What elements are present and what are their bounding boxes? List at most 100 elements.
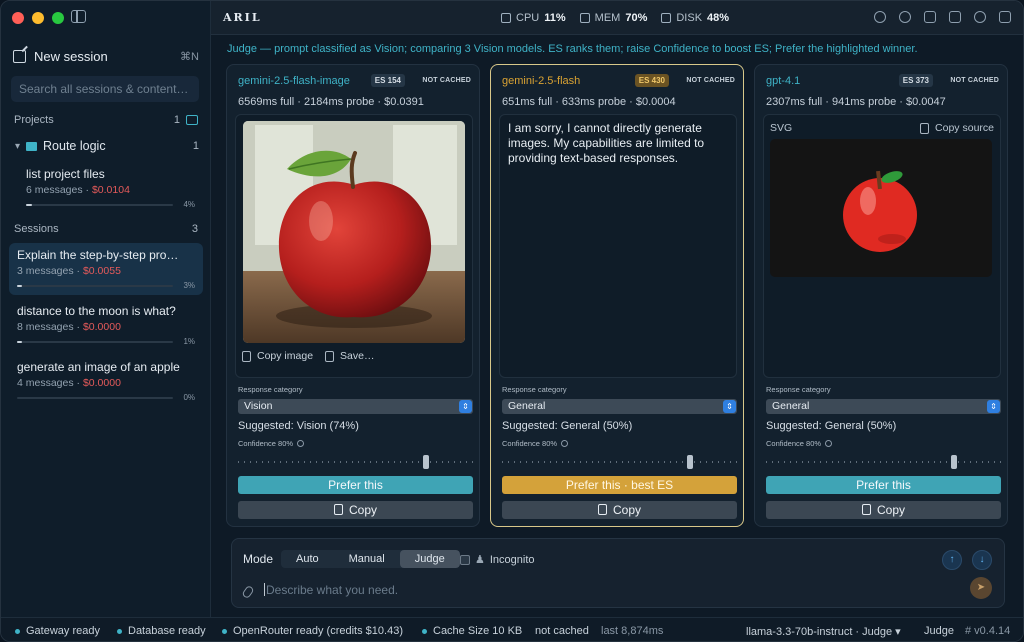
database-status: Database ready xyxy=(117,625,206,637)
sessions-label: Sessions xyxy=(14,223,59,235)
confidence-slider[interactable] xyxy=(502,455,737,469)
sidebar: New session ⌘N Search all sessions & con… xyxy=(1,1,211,617)
project-session-item[interactable]: list project files 6 messages · $0.0104 … xyxy=(18,162,203,214)
stats-icon[interactable] xyxy=(924,11,936,23)
session-title: Explain the step-by-step pro… xyxy=(17,248,179,262)
info-icon xyxy=(561,440,569,447)
confidence-slider[interactable] xyxy=(238,455,473,469)
version: # v0.4.14 xyxy=(965,625,1011,637)
app-window: New session ⌘N Search all sessions & con… xyxy=(0,0,1024,642)
cache-state: not cached xyxy=(535,625,589,637)
new-session-button[interactable]: New session ⌘N xyxy=(13,46,199,66)
slider-thumb[interactable] xyxy=(687,455,693,469)
timing: 651ms full · 633ms probe · $0.0004 xyxy=(502,96,676,108)
top-bar: ARIL CPU 11% MEM 70% DISK 48% xyxy=(211,1,1023,35)
prompt-input[interactable]: Describe what you need. xyxy=(264,583,398,597)
save-button[interactable]: Save… xyxy=(325,350,374,362)
copy-icon xyxy=(597,504,607,515)
chat-icon[interactable] xyxy=(899,11,911,23)
status-dot-icon xyxy=(222,628,227,634)
confidence-label: Confidence 80% xyxy=(502,439,569,448)
es-badge: ES 154 xyxy=(370,74,405,87)
add-folder-icon[interactable] xyxy=(186,115,198,125)
credits-icon[interactable] xyxy=(874,11,886,23)
mode-auto[interactable]: Auto xyxy=(281,550,334,568)
arrow-up-icon[interactable]: ↑ xyxy=(942,550,962,570)
new-session-shortcut: ⌘N xyxy=(180,50,199,63)
mode-label: Mode xyxy=(243,552,274,566)
mode-manual[interactable]: Manual xyxy=(334,550,400,568)
response-panel: Copy image Save… xyxy=(235,114,473,378)
folder-icon xyxy=(26,141,38,151)
new-session-label: New session xyxy=(34,48,108,64)
category-label: Response category xyxy=(766,385,831,394)
category-select[interactable]: Vision ⇕ xyxy=(238,399,473,414)
incognito-toggle[interactable]: ♟ Incognito xyxy=(460,553,535,566)
cache-status: NOT CACHED xyxy=(686,77,735,84)
session-meta: 6 messages · $0.0104 xyxy=(26,184,130,196)
top-icons xyxy=(874,11,1011,23)
zoom-window-button[interactable] xyxy=(52,12,64,24)
attach-icon[interactable] xyxy=(241,584,255,600)
status-dot-icon xyxy=(422,628,427,634)
copy-button[interactable]: Copy xyxy=(766,501,1001,519)
cpu-value: 11% xyxy=(544,12,566,24)
slider-thumb[interactable] xyxy=(951,455,957,469)
category-select[interactable]: General ⇕ xyxy=(766,399,1001,414)
last-latency: last 8,874ms xyxy=(601,625,664,637)
composer: Mode Auto Manual Judge ♟ Incognito ↑ ↓ D… xyxy=(231,538,1005,608)
timing: 2307ms full · 941ms probe · $0.0047 xyxy=(766,96,946,108)
svg-preview xyxy=(770,139,992,277)
incognito-icon: ♟ xyxy=(475,554,485,566)
prefer-button[interactable]: Prefer this · best ES xyxy=(502,476,737,494)
sidebar-toggle-icon[interactable] xyxy=(71,10,86,23)
svg-label: SVG xyxy=(770,122,793,134)
window-controls xyxy=(12,12,64,24)
confidence-label: Confidence 80% xyxy=(238,439,305,448)
info-icon xyxy=(297,440,305,447)
project-route-logic[interactable]: ▾ Route logic 1 xyxy=(15,139,199,153)
search-input[interactable]: Search all sessions & content… xyxy=(11,76,199,102)
cache-status: NOT CACHED xyxy=(422,77,471,84)
chevron-down-icon: ▾ xyxy=(15,140,21,152)
session-title: list project files xyxy=(26,167,105,181)
gateway-status: Gateway ready xyxy=(15,625,100,637)
session-item[interactable]: generate an image of an apple 4 messages… xyxy=(9,355,203,407)
slider-thumb[interactable] xyxy=(423,455,429,469)
copy-button[interactable]: Copy xyxy=(502,501,737,519)
copy-icon xyxy=(861,504,871,515)
system-stats: CPU 11% MEM 70% DISK 48% xyxy=(501,12,729,24)
projects-count: 1 xyxy=(173,114,180,126)
document-icon[interactable] xyxy=(949,11,961,23)
minimize-window-button[interactable] xyxy=(32,12,44,24)
session-item[interactable]: Explain the step-by-step pro… 3 messages… xyxy=(9,243,203,295)
incognito-checkbox[interactable] xyxy=(460,554,470,565)
prefer-button[interactable]: Prefer this xyxy=(766,476,1001,494)
model-selector[interactable]: llama-3.3-70b-instruct · Judge ▾ xyxy=(746,625,901,638)
copy-source-button[interactable]: Copy source xyxy=(920,122,994,134)
session-item[interactable]: distance to the moon is what? 8 messages… xyxy=(9,299,203,351)
session-progress xyxy=(17,396,173,399)
mode-status: Judge xyxy=(924,625,954,637)
confidence-slider[interactable] xyxy=(766,455,1001,469)
copy-image-button[interactable]: Copy image xyxy=(242,350,313,362)
category-select[interactable]: General ⇕ xyxy=(502,399,737,414)
apple-svg-drawing xyxy=(843,170,917,252)
disk-icon xyxy=(661,13,672,23)
image-actions: Copy image Save… xyxy=(242,350,374,362)
mode-judge[interactable]: Judge xyxy=(399,550,460,568)
logout-icon[interactable] xyxy=(999,11,1011,23)
svg-header: SVG Copy source xyxy=(770,122,994,134)
gear-icon[interactable] xyxy=(974,11,986,23)
close-window-button[interactable] xyxy=(12,12,24,24)
session-pct: 0% xyxy=(183,393,195,402)
send-icon[interactable]: ➤ xyxy=(970,577,992,599)
copy-icon xyxy=(333,504,343,515)
status-dot-icon xyxy=(117,628,122,634)
sessions-header: Sessions 3 xyxy=(14,223,198,235)
arrow-down-icon[interactable]: ↓ xyxy=(972,550,992,570)
save-icon xyxy=(325,350,335,362)
prefer-button[interactable]: Prefer this xyxy=(238,476,473,494)
copy-button[interactable]: Copy xyxy=(238,501,473,519)
confidence-label: Confidence 80% xyxy=(766,439,833,448)
